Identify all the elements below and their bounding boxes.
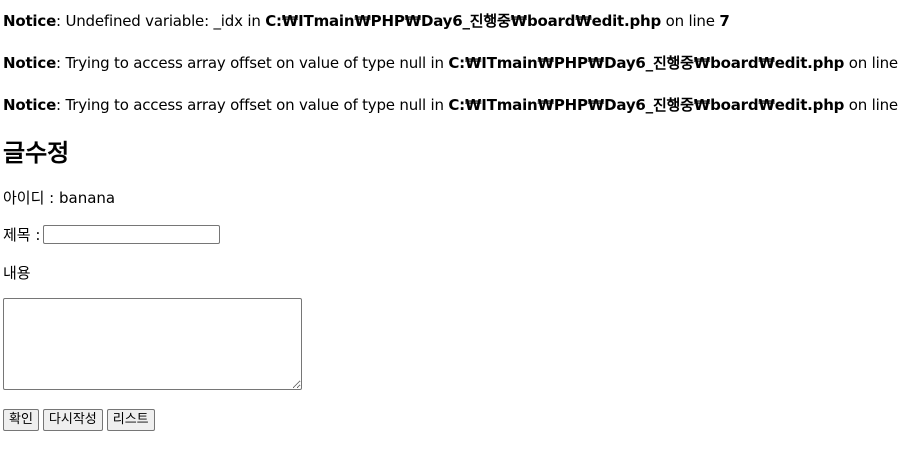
notice-message: : Trying to access array offset on value… <box>56 96 449 114</box>
notice-label: Notice <box>3 54 57 72</box>
notice-line-number: 7 <box>719 12 730 30</box>
notice-on-line: on line <box>661 12 720 30</box>
notice-on-line: on line <box>844 96 903 114</box>
php-notice: Notice: Trying to access array offset on… <box>3 94 903 115</box>
notice-file: C:₩ITmain₩PHP₩Day6_진행중₩board₩edit.php <box>448 54 845 72</box>
php-notice: Notice: Trying to access array offset on… <box>3 52 903 73</box>
title-input[interactable] <box>43 225 221 244</box>
php-notice: Notice: Undefined variable: _idx in C:₩I… <box>3 10 730 31</box>
notice-message: : Trying to access array offset on value… <box>56 54 449 72</box>
title-label: 제목 : <box>3 226 41 244</box>
list-button[interactable]: 리스트 <box>106 409 155 431</box>
confirm-button[interactable]: 확인 <box>3 409 39 431</box>
page-title: 글수정 <box>3 139 70 167</box>
rewrite-button[interactable]: 다시작성 <box>42 409 103 431</box>
title-row: 제목 : <box>3 224 221 245</box>
content-textarea[interactable] <box>3 298 302 390</box>
notice-label: Notice <box>3 12 57 30</box>
notice-on-line: on line <box>844 54 903 72</box>
notice-message: : Undefined variable: _idx in <box>56 12 266 30</box>
form-buttons: 확인 다시작성 리스트 <box>3 409 155 431</box>
user-id-text: 아이디 : banana <box>3 189 116 207</box>
notice-file: C:₩ITmain₩PHP₩Day6_진행중₩board₩edit.php <box>448 96 845 114</box>
notice-file: C:₩ITmain₩PHP₩Day6_진행중₩board₩edit.php <box>265 12 662 30</box>
content-label: 내용 <box>3 264 31 282</box>
notice-label: Notice <box>3 96 57 114</box>
